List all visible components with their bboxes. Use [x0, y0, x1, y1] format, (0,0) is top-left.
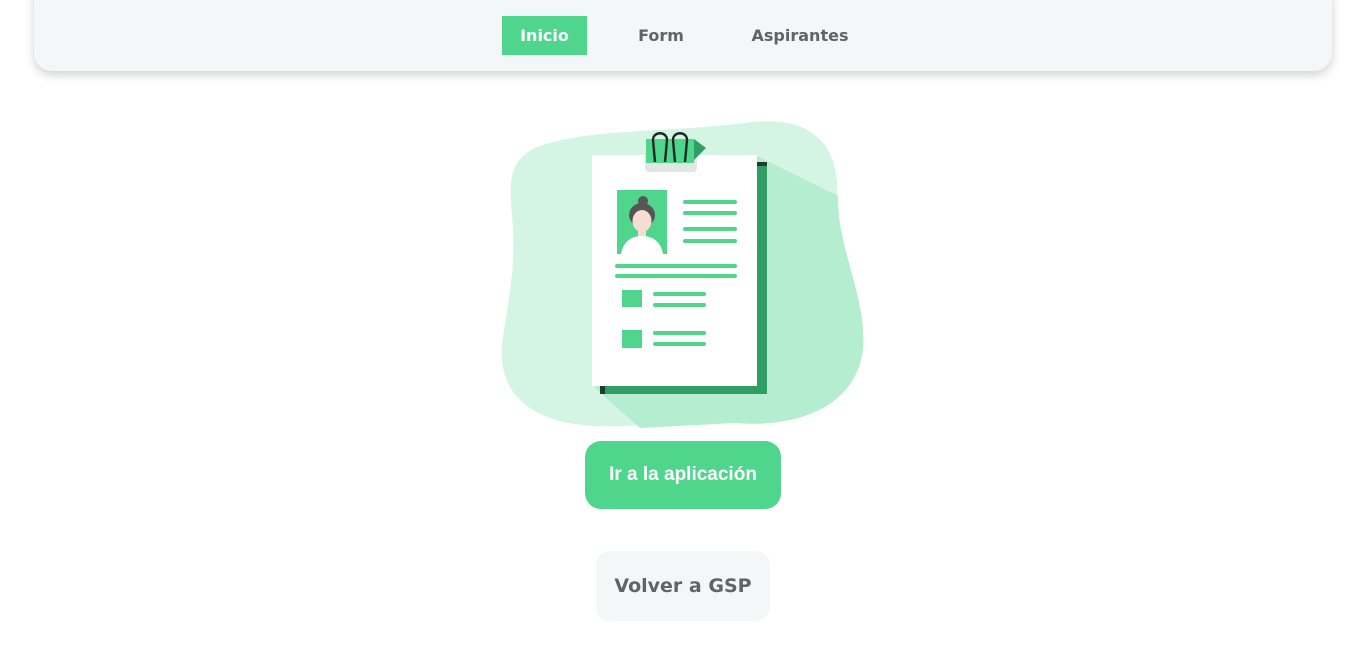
nav-item-inicio[interactable]: Inicio [502, 16, 587, 55]
paper-sheet [592, 155, 757, 386]
nav-item-form[interactable]: Form [624, 16, 698, 55]
nav-item-aspirantes[interactable]: Aspirantes [740, 16, 860, 55]
top-navbar: Inicio Form Aspirantes [34, 0, 1332, 71]
go-to-app-button[interactable]: Ir a la aplicación [585, 441, 781, 509]
resume-bullet-1 [622, 290, 642, 307]
resume-bullet-2 [622, 330, 642, 348]
avatar-face [632, 210, 652, 232]
back-to-gsp-button[interactable]: Volver a GSP [596, 551, 770, 621]
resume-illustration [501, 121, 864, 428]
